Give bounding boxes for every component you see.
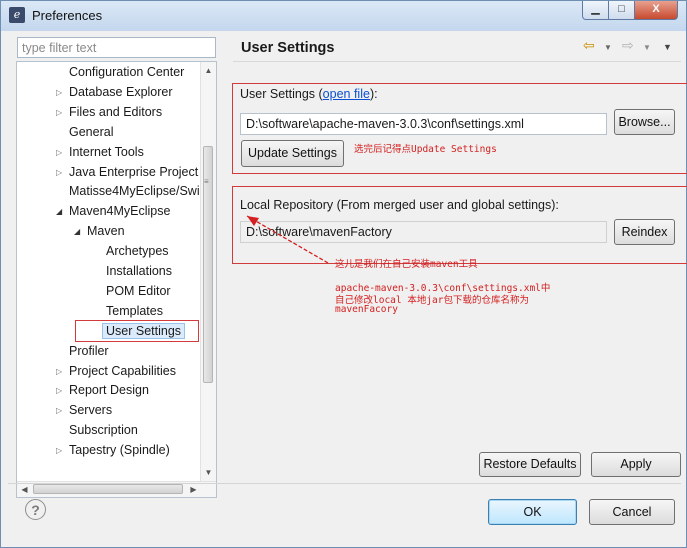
preferences-window: e Preferences ▁ □ X Configuration Center…: [0, 0, 687, 548]
cancel-button[interactable]: Cancel: [589, 499, 675, 525]
maximize-button[interactable]: □: [608, 1, 635, 20]
restore-defaults-button[interactable]: Restore Defaults: [479, 452, 581, 477]
annotation-arrowhead-icon: [247, 216, 259, 226]
help-icon[interactable]: ?: [25, 499, 46, 520]
eclipse-app-icon: e: [9, 7, 25, 23]
ok-button[interactable]: OK: [488, 499, 577, 525]
annotation-note-line3: mavenFacory: [335, 304, 398, 315]
annotation-arrow-line: [246, 215, 329, 264]
apply-button[interactable]: Apply: [591, 452, 681, 477]
window-title: Preferences: [32, 8, 103, 23]
annotation-note-local-repo: 这儿是我们在自己安装maven工具: [335, 259, 478, 270]
close-button[interactable]: X: [634, 1, 678, 20]
dialog-client-area: Configuration Center▷Database Explorer▷F…: [8, 31, 687, 542]
title-bar: e Preferences ▁ □ X: [1, 1, 686, 31]
footer-separator: [8, 483, 681, 484]
minimize-button[interactable]: ▁: [582, 1, 609, 20]
